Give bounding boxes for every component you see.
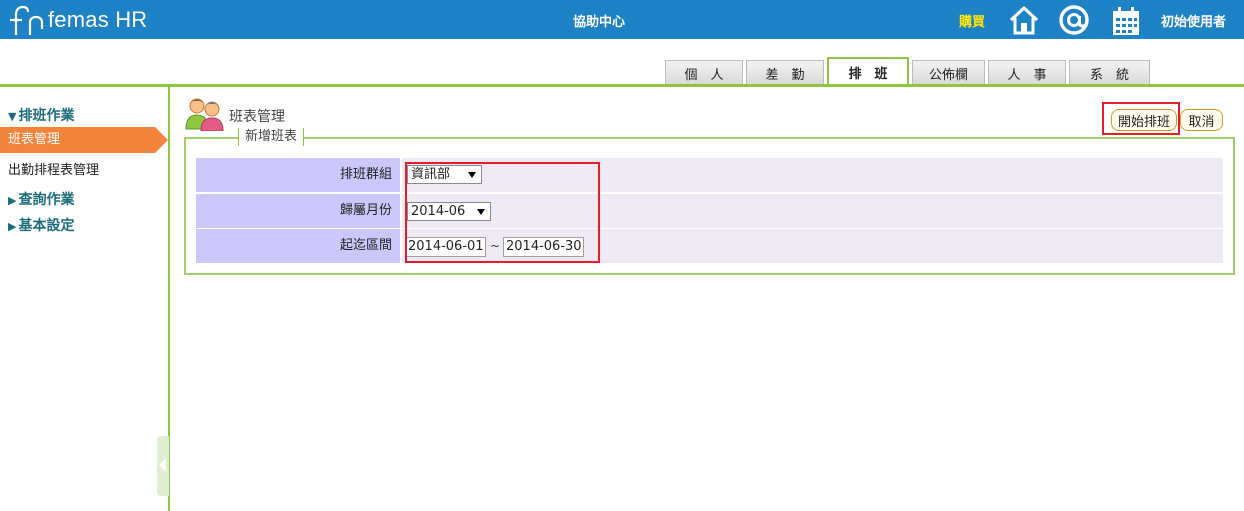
tab-bulletin[interactable]: 公佈欄 [912,60,985,85]
triangle-right-icon: ▶ [8,220,17,233]
tab-scheduling[interactable]: 排 班 [827,57,909,85]
month-label: 歸屬月份 [196,194,400,228]
sidebar-section-label: 排班作業 [18,108,75,124]
logo-text: femas HR [48,7,148,32]
page-title: 班表管理 [229,109,285,125]
start-scheduling-button[interactable]: 開始排班 [1111,109,1177,131]
logo[interactable]: femas HR [6,2,147,38]
triangle-down-icon: ▼ [8,110,17,123]
top-bar: femas HR 協助中心 購買 初始使用者 [0,0,1244,39]
at-icon[interactable] [1058,4,1090,36]
tab-system[interactable]: 系 統 [1069,60,1150,85]
sidebar-item-schedule-management[interactable]: 班表管理 [0,127,168,153]
form-row-group: 排班群組 資訊部 [196,158,1223,192]
sidebar: ▼ 排班作業 班表管理 出勤排程表管理 ▶ 查詢作業 ▶ 基本設定 [0,87,170,511]
calendar-icon[interactable] [1110,5,1142,37]
tab-hr[interactable]: 人 事 [988,60,1066,85]
group-label: 排班群組 [196,158,400,192]
sidebar-section-label: 基本設定 [18,218,75,234]
range-label: 起迄區間 [196,229,400,263]
buy-link[interactable]: 購買 [959,11,985,30]
sidebar-section-scheduling[interactable]: ▼ 排班作業 [8,105,74,125]
chevron-left-icon [159,458,166,472]
fieldset-legend: 新增班表 [238,128,305,146]
tab-divider [0,84,1244,87]
tab-personal[interactable]: 個 人 [665,60,743,85]
form-row-month: 歸屬月份 2014-06 [196,194,1223,228]
cancel-button[interactable]: 取消 [1180,109,1223,131]
form-row-range: 起迄區間 2014-06-01 ~ 2014-06-30 [196,229,1223,263]
tab-attendance[interactable]: 差 勤 [746,60,824,85]
help-center-link[interactable]: 協助中心 [573,11,625,30]
main-tabs: 個 人 差 勤 排 班 公佈欄 人 事 系 統 [665,57,1153,85]
users-icon [185,98,224,131]
sidebar-collapse-handle[interactable] [157,436,169,496]
highlight-form-fields [405,162,600,263]
sidebar-item-attendance-schedule[interactable]: 出勤排程表管理 [8,159,99,178]
femas-logo-icon [10,5,44,35]
sidebar-section-basic-settings[interactable]: ▶ 基本設定 [8,215,74,235]
sidebar-section-label: 查詢作業 [18,192,75,208]
triangle-right-icon: ▶ [8,194,17,207]
sidebar-section-query[interactable]: ▶ 查詢作業 [8,189,74,209]
user-name[interactable]: 初始使用者 [1161,11,1226,30]
home-icon[interactable] [1008,4,1040,36]
